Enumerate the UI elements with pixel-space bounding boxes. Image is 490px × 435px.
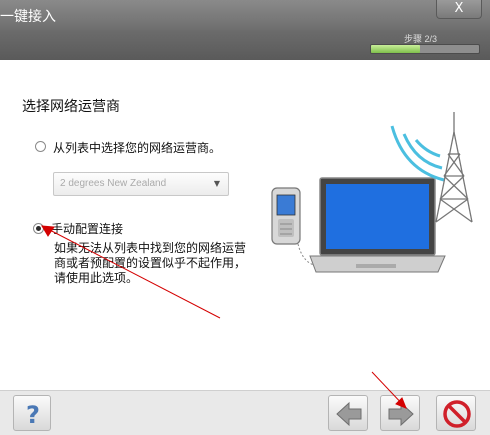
- operator-dropdown[interactable]: 2 degrees New Zealand ▼: [53, 172, 229, 196]
- progress-fill: [371, 45, 420, 53]
- option-select-from-list-label: 从列表中选择您的网络运营商。: [53, 141, 222, 155]
- step-header: 步骤 2/3: [0, 30, 490, 60]
- next-button[interactable]: [380, 395, 420, 431]
- cancel-button[interactable]: [436, 395, 476, 431]
- help-button[interactable]: ?: [13, 395, 51, 431]
- close-button[interactable]: X: [436, 0, 482, 19]
- mobile-phone-icon: [271, 187, 301, 245]
- description-line: 商或者预配置的设置似乎不起作用，: [54, 256, 247, 270]
- stop-icon: [443, 400, 471, 428]
- chevron-down-icon: ▼: [213, 179, 220, 188]
- page-title: 选择网络运营商: [22, 99, 120, 115]
- description-line: 如果无法从列表中找到您的网络运营: [54, 241, 247, 255]
- arrow-left-icon: [336, 401, 362, 427]
- description-line: 请使用此选项。: [54, 271, 139, 285]
- window-title: 一键接入: [0, 9, 56, 25]
- operator-dropdown-value: 2 degrees New Zealand: [60, 178, 167, 189]
- laptop-icon: [309, 177, 446, 273]
- title-bar: 一键接入 X: [0, 0, 490, 30]
- connection-illustration: [271, 112, 473, 273]
- radio-manual-config[interactable]: [33, 223, 44, 234]
- radio-select-from-list[interactable]: [35, 141, 46, 152]
- progress-bar: [370, 44, 480, 54]
- manual-config-description: 如果无法从列表中找到您的网络运营 商或者预配置的设置似乎不起作用， 请使用此选项…: [54, 241, 264, 286]
- option-manual-config-label: 手动配置连接: [51, 222, 124, 236]
- arrow-right-icon: [388, 401, 414, 427]
- back-button[interactable]: [328, 395, 368, 431]
- question-mark-icon: ?: [26, 401, 40, 429]
- svg-text:?: ?: [26, 401, 40, 429]
- signal-waves-icon: [390, 125, 445, 182]
